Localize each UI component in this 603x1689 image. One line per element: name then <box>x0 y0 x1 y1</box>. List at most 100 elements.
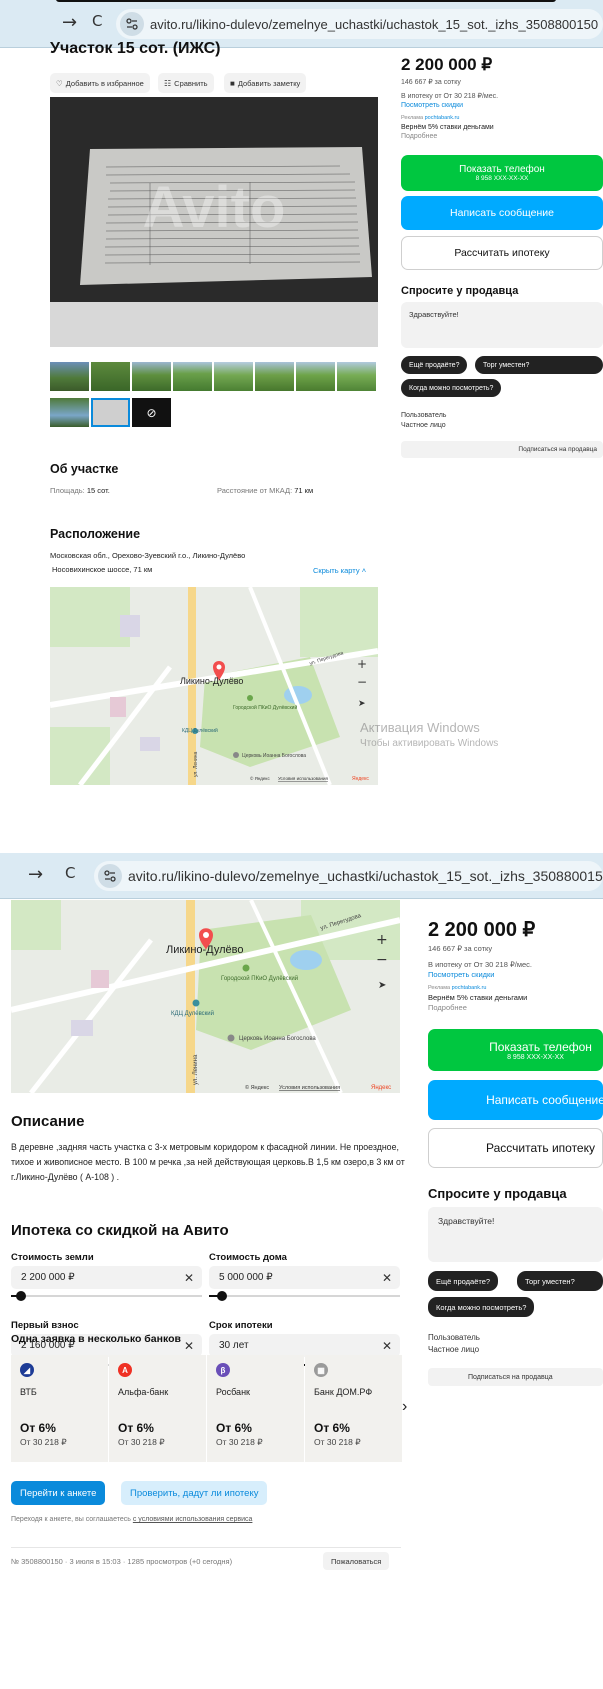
quick-question-chip[interactable]: Когда можно посмотреть? <box>401 379 502 397</box>
land-cost-slider-handle[interactable] <box>16 1291 26 1301</box>
bank-card[interactable]: ▦ Банк ДОМ.РФ От 6% От 30 218 ₽ <box>305 1355 402 1462</box>
address-bar[interactable]: avito.ru/likino-dulevo/zemelnye_uchastki… <box>116 9 603 39</box>
clear-icon[interactable]: ✕ <box>382 1339 392 1353</box>
compare-button[interactable]: ☷ Сравнить <box>158 73 214 93</box>
land-cost-input[interactable]: 2 200 000 ₽ ✕ <box>11 1266 202 1289</box>
show-phone-button[interactable]: Показать телефон 8 958 XXX-XX-XX <box>428 1029 603 1071</box>
house-cost-slider[interactable] <box>209 1295 400 1297</box>
show-phone-button[interactable]: Показать телефон 8 958 XXX-XX-XX <box>401 155 603 191</box>
forward-button[interactable]: → <box>28 864 43 885</box>
subscribe-seller-button[interactable]: Подписаться на продавца <box>401 441 603 458</box>
main-photo[interactable]: Avito <box>50 97 378 347</box>
clear-icon[interactable]: ✕ <box>382 1271 392 1285</box>
map-brand: Яндекс <box>352 776 369 782</box>
map-locate-icon[interactable]: ➤ <box>358 699 366 709</box>
quick-question-chip[interactable]: Ещё продаёте? <box>401 356 468 374</box>
reload-button[interactable]: C <box>65 864 75 882</box>
bank-rate: От 6% <box>118 1421 154 1435</box>
calc-mortgage-button[interactable]: Рассчитать ипотеку <box>428 1128 603 1168</box>
hide-map-link[interactable]: Скрыть карту ˄ <box>313 566 366 575</box>
seller-name[interactable]: Пользователь <box>428 1333 480 1343</box>
add-favorite-button[interactable]: ♡ Добавить в избранное <box>50 73 150 93</box>
price: 2 200 000 ₽ <box>428 919 536 941</box>
add-note-button[interactable]: ■ Добавить заметку <box>224 73 307 93</box>
photo-thumbnail[interactable] <box>337 362 376 391</box>
see-discounts-link[interactable]: Посмотреть скидки <box>401 101 463 111</box>
domrf-logo-icon: ▦ <box>314 1363 328 1377</box>
photo-thumbnail[interactable] <box>91 362 130 391</box>
photo-watermark: Avito <box>143 175 286 240</box>
photo-thumbnail[interactable] <box>50 398 89 427</box>
quick-question-chip[interactable]: Ещё продаёте? <box>428 1271 499 1291</box>
map-zoom-out-button[interactable]: − <box>357 675 367 689</box>
quick-question-chip[interactable]: Когда можно посмотреть? <box>428 1297 535 1317</box>
see-discounts-link[interactable]: Посмотреть скидки <box>428 970 495 980</box>
calc-mortgage-button[interactable]: Рассчитать ипотеку <box>401 236 603 270</box>
bank-card[interactable]: β Росбанк От 6% От 30 218 ₽ <box>207 1355 304 1462</box>
address-bar[interactable]: avito.ru/likino-dulevo/zemelnye_uchastki… <box>94 861 603 891</box>
write-message-button[interactable]: Написать сообщение <box>428 1080 603 1120</box>
house-cost-input[interactable]: 5 000 000 ₽ ✕ <box>209 1266 400 1289</box>
quick-question-chip[interactable]: Торг уместен? <box>517 1271 603 1291</box>
price: 2 200 000 ₽ <box>401 55 493 74</box>
bank-rate: От 6% <box>216 1421 252 1435</box>
ad-text[interactable]: Вернём 5% ставки деньгами <box>428 993 527 1003</box>
mkad-param: Расстояние от МКАД: 71 км <box>217 486 314 495</box>
map-locate-icon[interactable]: ➤ <box>378 980 386 991</box>
seller-message-textarea[interactable]: Здравствуйте! <box>401 302 603 348</box>
forward-button[interactable]: → <box>62 12 77 33</box>
map-kdc-label: КДЦ Дулёвский <box>171 1010 214 1017</box>
map-copyright: © Яндекс <box>245 1084 269 1091</box>
photo-thumbnail[interactable] <box>132 362 171 391</box>
ad-more-link[interactable]: Подробнее <box>428 1003 467 1013</box>
bank-card[interactable]: ◢ ВТБ От 6% От 30 218 ₽ <box>11 1355 108 1462</box>
ad-more-link[interactable]: Подробнее <box>401 132 437 142</box>
photo-thumbnail-selected[interactable] <box>91 398 130 427</box>
term-input[interactable]: 30 лет ✕ <box>209 1334 400 1357</box>
terms-link[interactable]: с условиями использования сервиса <box>133 1516 253 1523</box>
map-city-label: Ликино-Дулёво <box>180 676 243 686</box>
site-settings-icon[interactable] <box>98 864 122 888</box>
seller-type: Частное лицо <box>401 422 446 429</box>
photo-thumbnail[interactable] <box>255 362 294 391</box>
bank-monthly-payment: От 30 218 ₽ <box>118 1437 165 1447</box>
photo-thumbnail[interactable] <box>173 362 212 391</box>
photo-thumbnail[interactable] <box>214 362 253 391</box>
panorama-thumbnail[interactable]: ⊘ <box>132 398 171 427</box>
land-cost-slider[interactable] <box>11 1295 202 1297</box>
map-zoom-in-button[interactable]: + <box>357 657 367 671</box>
address-line2: Носовихинское шоссе, 71 км <box>52 565 153 574</box>
map-park-label: Городской ПКиО Дулёвский <box>233 704 297 711</box>
house-cost-slider-handle[interactable] <box>217 1291 227 1301</box>
bank-monthly-payment: От 30 218 ₽ <box>20 1437 67 1447</box>
banks-next-arrow[interactable]: › <box>402 1398 407 1416</box>
bank-name: Альфа-банк <box>118 1387 169 1397</box>
location-map[interactable]: Ликино-Дулёво Городской ПКиО Дулёвский К… <box>50 587 378 785</box>
ask-seller-heading: Спросите у продавца <box>428 1186 567 1201</box>
subscribe-seller-button[interactable]: Подписаться на продавца <box>428 1368 603 1386</box>
map-zoom-out-button[interactable]: − <box>376 952 388 968</box>
map-zoom-in-button[interactable]: + <box>376 932 388 948</box>
site-settings-icon[interactable] <box>120 12 144 36</box>
seller-message-textarea[interactable]: Здравствуйте! <box>428 1207 603 1262</box>
description-text: В деревне ,задняя часть участка с 3-х ме… <box>11 1142 405 1182</box>
report-button[interactable]: Пожаловаться <box>323 1552 390 1570</box>
photo-thumbnail[interactable] <box>296 362 335 391</box>
bank-card[interactable]: A Альфа-банк От 6% От 30 218 ₽ <box>109 1355 206 1462</box>
quick-question-chip[interactable]: Торг уместен? <box>475 356 603 374</box>
clear-icon[interactable]: ✕ <box>184 1339 194 1353</box>
check-approval-button[interactable]: Проверить, дадут ли ипотеку <box>121 1481 268 1505</box>
go-to-form-button[interactable]: Перейти к анкете <box>11 1481 106 1505</box>
bank-name: Банк ДОМ.РФ <box>314 1387 373 1397</box>
reload-button[interactable]: C <box>92 12 102 30</box>
location-heading: Расположение <box>50 527 141 541</box>
rosbank-logo-icon: β <box>216 1363 230 1377</box>
photo-thumbnail[interactable] <box>50 362 89 391</box>
write-message-button[interactable]: Написать сообщение <box>401 196 603 230</box>
map-kdc-label: КДЦ Дулёвский <box>182 727 218 734</box>
panorama-icon: ⊘ <box>146 405 157 420</box>
ad-label: Реклама pochtabank.ru <box>401 115 460 121</box>
seller-name[interactable]: Пользователь <box>401 411 446 421</box>
clear-icon[interactable]: ✕ <box>184 1271 194 1285</box>
location-map[interactable]: Ликино-Дулёво Городской ПКиО Дулёвский К… <box>11 900 400 1093</box>
